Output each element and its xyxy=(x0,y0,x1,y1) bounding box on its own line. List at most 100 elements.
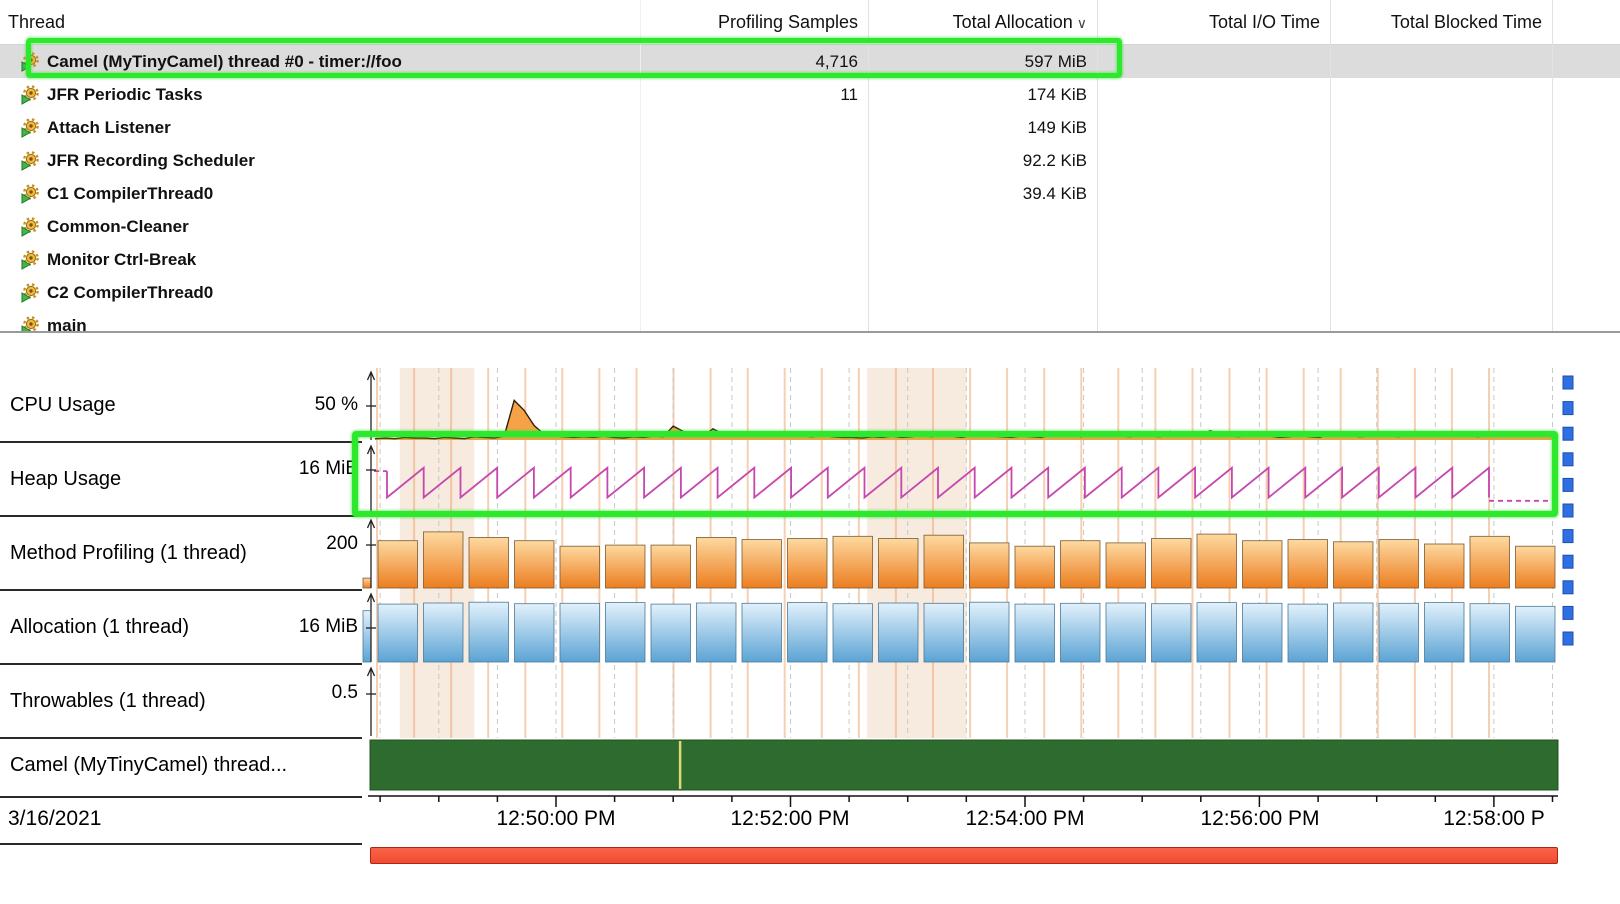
cell-blocked-time xyxy=(1330,45,1552,78)
cell-allocation xyxy=(868,210,1097,243)
thread-icon xyxy=(20,283,40,303)
tick-label-heap: 16 MiB xyxy=(238,458,358,482)
cell-allocation xyxy=(868,276,1097,309)
table-row[interactable]: JFR Periodic Tasks 11 174 KiB xyxy=(0,78,1620,111)
cell-allocation xyxy=(868,243,1097,276)
table-header: Thread Profiling Samples Total Allocatio… xyxy=(0,0,1620,45)
table-row[interactable]: Monitor Ctrl-Break xyxy=(0,243,1620,276)
column-header-label: Total Allocation xyxy=(953,12,1073,32)
column-divider xyxy=(1330,0,1331,331)
column-divider xyxy=(868,0,869,331)
thread-icon xyxy=(20,184,40,204)
cell-samples xyxy=(640,177,868,210)
cell-samples: 11 xyxy=(640,78,868,111)
cell-samples xyxy=(640,210,868,243)
cell-allocation: 149 KiB xyxy=(868,111,1097,144)
thread-name: JFR Recording Scheduler xyxy=(47,144,255,177)
timeline-scrollbar[interactable] xyxy=(370,847,1558,864)
cell-allocation: 92.2 KiB xyxy=(868,144,1097,177)
cell-allocation: 39.4 KiB xyxy=(868,177,1097,210)
cell-io-time xyxy=(1097,111,1330,144)
cell-blocked-time xyxy=(1330,243,1552,276)
thread-activity-bar xyxy=(370,740,1558,790)
table-row[interactable]: C2 CompilerThread0 xyxy=(0,276,1620,309)
time-tick-label: 12:58:00 P xyxy=(1443,807,1545,831)
column-divider xyxy=(1552,0,1553,331)
cell-blocked-time xyxy=(1330,177,1552,210)
cell-io-time xyxy=(1097,78,1330,111)
lane-label-thread-activity: Camel (MyTinyCamel) thread... xyxy=(10,740,355,790)
cell-samples xyxy=(640,144,868,177)
thread-icon xyxy=(20,52,40,72)
column-header-profiling-samples[interactable]: Profiling Samples xyxy=(640,0,868,44)
cell-blocked-time xyxy=(1330,210,1552,243)
time-tick-label: 12:52:00 PM xyxy=(730,807,849,831)
time-tick-label: 12:50:00 PM xyxy=(496,807,615,831)
cell-blocked-time xyxy=(1330,144,1552,177)
thread-name: C1 CompilerThread0 xyxy=(47,177,213,210)
thread-name: C2 CompilerThread0 xyxy=(47,276,213,309)
column-header-total-blocked-time[interactable]: Total Blocked Time xyxy=(1330,0,1552,44)
thread-name: JFR Periodic Tasks xyxy=(47,78,203,111)
lane-divider xyxy=(0,796,362,798)
thread-name: Monitor Ctrl-Break xyxy=(47,243,196,276)
thread-icon xyxy=(20,118,40,138)
tick-label-cpu: 50 % xyxy=(238,394,358,418)
lane-divider xyxy=(0,589,362,591)
thread-name: Attach Listener xyxy=(47,111,171,144)
column-header-total-io-time[interactable]: Total I/O Time xyxy=(1097,0,1330,44)
cell-blocked-time xyxy=(1330,78,1552,111)
timeline-panel: CPU Usage Heap Usage Method Profiling (1… xyxy=(0,360,1620,904)
cell-io-time xyxy=(1097,144,1330,177)
column-header-total-allocation[interactable]: Total Allocation∨ xyxy=(868,0,1097,44)
table-row[interactable]: main xyxy=(0,309,1620,333)
cell-blocked-time xyxy=(1330,276,1552,309)
column-divider xyxy=(640,0,641,331)
time-axis xyxy=(368,796,1558,807)
thread-icon xyxy=(20,85,40,105)
cell-samples xyxy=(640,243,868,276)
cell-io-time xyxy=(1097,45,1330,78)
cell-io-time xyxy=(1097,309,1330,333)
thread-icon xyxy=(20,316,40,334)
cell-samples xyxy=(640,276,868,309)
right-edge-buttons xyxy=(1563,376,1573,645)
lane-divider xyxy=(0,441,362,443)
lane-divider xyxy=(0,663,362,665)
table-row[interactable]: JFR Recording Scheduler 92.2 KiB xyxy=(0,144,1620,177)
column-header-spacer xyxy=(1552,0,1620,44)
tick-label-allocation: 16 MiB xyxy=(238,616,358,640)
thread-name: main xyxy=(47,309,87,333)
lane-divider xyxy=(0,515,362,517)
table-row[interactable]: Common-Cleaner xyxy=(0,210,1620,243)
cell-allocation xyxy=(868,309,1097,333)
thread-icon xyxy=(20,151,40,171)
column-header-thread[interactable]: Thread xyxy=(0,0,640,44)
thread-name: Camel (MyTinyCamel) thread #0 - timer://… xyxy=(47,45,402,78)
lane-divider xyxy=(0,843,362,845)
cell-io-time xyxy=(1097,276,1330,309)
cell-allocation: 174 KiB xyxy=(868,78,1097,111)
table-row[interactable]: C1 CompilerThread0 39.4 KiB xyxy=(0,177,1620,210)
cell-io-time xyxy=(1097,243,1330,276)
column-divider xyxy=(1097,0,1098,331)
cell-io-time xyxy=(1097,210,1330,243)
cell-blocked-time xyxy=(1330,111,1552,144)
tick-label-throwables: 0.5 xyxy=(238,682,358,706)
thread-icon xyxy=(20,217,40,237)
table-row[interactable]: Attach Listener 149 KiB xyxy=(0,111,1620,144)
table-row[interactable]: Camel (MyTinyCamel) thread #0 - timer://… xyxy=(0,45,1620,78)
sort-desc-icon: ∨ xyxy=(1077,15,1087,31)
thread-name: Common-Cleaner xyxy=(47,210,189,243)
date-label: 3/16/2021 xyxy=(8,807,101,831)
cell-allocation: 597 MiB xyxy=(868,45,1097,78)
cell-samples xyxy=(640,309,868,333)
cell-samples xyxy=(640,111,868,144)
lane-y-axes xyxy=(366,372,376,736)
time-tick-label: 12:56:00 PM xyxy=(1200,807,1319,831)
cell-blocked-time xyxy=(1330,309,1552,333)
tick-label-method: 200 xyxy=(238,533,358,557)
thread-icon xyxy=(20,250,40,270)
lane-divider xyxy=(0,737,362,739)
cell-samples: 4,716 xyxy=(640,45,868,78)
